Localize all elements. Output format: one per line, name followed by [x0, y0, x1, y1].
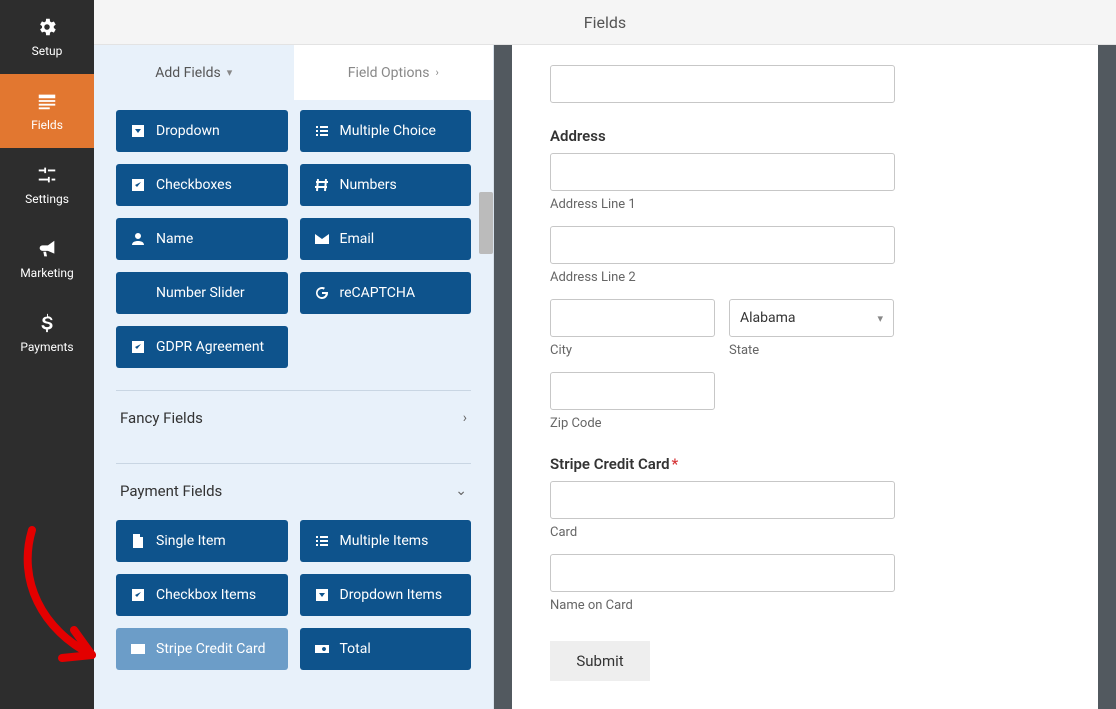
form-card: Address Address Line 1 Address Line 2 Ci… — [512, 45, 1098, 709]
field-total[interactable]: Total — [300, 628, 472, 670]
list-icon — [314, 123, 330, 139]
field-checkbox-items[interactable]: Checkbox Items — [116, 574, 288, 616]
submit-button[interactable]: Submit — [550, 641, 650, 681]
nav-marketing[interactable]: Marketing — [0, 222, 94, 296]
nav-setup-label: Setup — [32, 44, 63, 58]
state-sublabel: State — [729, 343, 894, 358]
sliders-h-icon — [130, 285, 146, 301]
field-multiple-items[interactable]: Multiple Items — [300, 520, 472, 562]
field-stripe-credit-card[interactable]: Stripe Credit Card — [116, 628, 288, 670]
standard-fields-grid: Dropdown Multiple Choice Checkboxes Numb… — [94, 110, 493, 368]
field-gdpr-agreement[interactable]: GDPR Agreement — [116, 326, 288, 368]
fields-scroll-area: Dropdown Multiple Choice Checkboxes Numb… — [94, 100, 493, 709]
nav-fields-label: Fields — [31, 118, 63, 132]
nav-fields[interactable]: Fields — [0, 74, 94, 148]
city-sublabel: City — [550, 343, 715, 358]
panel-tabs: Add Fields ▾ Field Options › — [94, 45, 493, 100]
left-nav: Setup Fields Settings Marketing Payments — [0, 0, 94, 709]
file-icon — [130, 533, 146, 549]
nav-payments[interactable]: Payments — [0, 296, 94, 370]
builder-header: Fields — [94, 0, 1116, 45]
zip-sublabel: Zip Code — [550, 416, 932, 431]
input-name-on-card[interactable] — [550, 554, 895, 592]
input-address-line-2[interactable] — [550, 226, 895, 264]
stripe-label: Stripe Credit Card* — [550, 455, 932, 473]
nav-setup[interactable]: Setup — [0, 0, 94, 74]
dollar-icon — [36, 312, 58, 334]
name-on-card-sublabel: Name on Card — [550, 598, 932, 613]
user-icon — [130, 231, 146, 247]
field-checkboxes[interactable]: Checkboxes — [116, 164, 288, 206]
input-city[interactable] — [550, 299, 715, 337]
select-state[interactable]: Alabama ▾ — [729, 299, 894, 337]
bullhorn-icon — [36, 238, 58, 260]
input-address-line-1[interactable] — [550, 153, 895, 191]
required-asterisk: * — [672, 455, 679, 473]
tab-add-fields-label: Add Fields — [155, 65, 221, 81]
field-single-item[interactable]: Single Item — [116, 520, 288, 562]
credit-card-icon — [130, 641, 146, 657]
nav-settings[interactable]: Settings — [0, 148, 94, 222]
chevron-down-icon: ⌄ — [455, 483, 467, 499]
section-payment-label: Payment Fields — [120, 482, 222, 500]
list-icon — [314, 533, 330, 549]
nav-payments-label: Payments — [20, 340, 73, 354]
tab-add-fields[interactable]: Add Fields ▾ — [94, 45, 294, 100]
payment-fields-grid: Single Item Multiple Items Checkbox Item… — [94, 520, 493, 670]
section-fancy-fields[interactable]: Fancy Fields › — [116, 390, 471, 441]
chevron-right-icon: › — [463, 410, 467, 426]
gear-icon — [36, 16, 58, 38]
form-preview-canvas: Address Address Line 1 Address Line 2 Ci… — [494, 45, 1116, 709]
chevron-down-icon: ▾ — [877, 312, 883, 325]
scrollbar-thumb[interactable] — [479, 192, 493, 254]
input-top[interactable] — [550, 65, 895, 103]
sliders-icon — [36, 164, 58, 186]
header-title: Fields — [584, 13, 626, 32]
field-dropdown-items[interactable]: Dropdown Items — [300, 574, 472, 616]
check-square-icon — [130, 339, 146, 355]
field-numbers[interactable]: Numbers — [300, 164, 472, 206]
tab-field-options[interactable]: Field Options › — [294, 45, 494, 100]
fields-panel: Add Fields ▾ Field Options › Dropdown Mu… — [94, 45, 494, 709]
card-sublabel: Card — [550, 525, 932, 540]
select-state-value: Alabama — [740, 310, 796, 326]
field-name[interactable]: Name — [116, 218, 288, 260]
google-g-icon — [314, 285, 330, 301]
addr2-sublabel: Address Line 2 — [550, 270, 932, 285]
chevron-down-icon: ▾ — [227, 66, 233, 79]
input-card[interactable] — [550, 481, 895, 519]
nav-marketing-label: Marketing — [20, 266, 74, 280]
addr1-sublabel: Address Line 1 — [550, 197, 932, 212]
nav-settings-label: Settings — [25, 192, 69, 206]
field-multiple-choice[interactable]: Multiple Choice — [300, 110, 472, 152]
caret-square-icon — [314, 587, 330, 603]
caret-square-icon — [130, 123, 146, 139]
field-recaptcha[interactable]: reCAPTCHA — [300, 272, 472, 314]
field-number-slider[interactable]: Number Slider — [116, 272, 288, 314]
check-square-icon — [130, 177, 146, 193]
section-fancy-label: Fancy Fields — [120, 409, 203, 427]
money-icon — [314, 641, 330, 657]
tab-field-options-label: Field Options — [348, 65, 430, 81]
input-zip[interactable] — [550, 372, 715, 410]
chevron-right-icon: › — [435, 66, 438, 79]
check-square-icon — [130, 587, 146, 603]
field-email[interactable]: Email — [300, 218, 472, 260]
section-payment-fields[interactable]: Payment Fields ⌄ — [116, 463, 471, 514]
hash-icon — [314, 177, 330, 193]
envelope-icon — [314, 231, 330, 247]
field-dropdown[interactable]: Dropdown — [116, 110, 288, 152]
address-label: Address — [550, 127, 932, 145]
form-icon — [36, 90, 58, 112]
